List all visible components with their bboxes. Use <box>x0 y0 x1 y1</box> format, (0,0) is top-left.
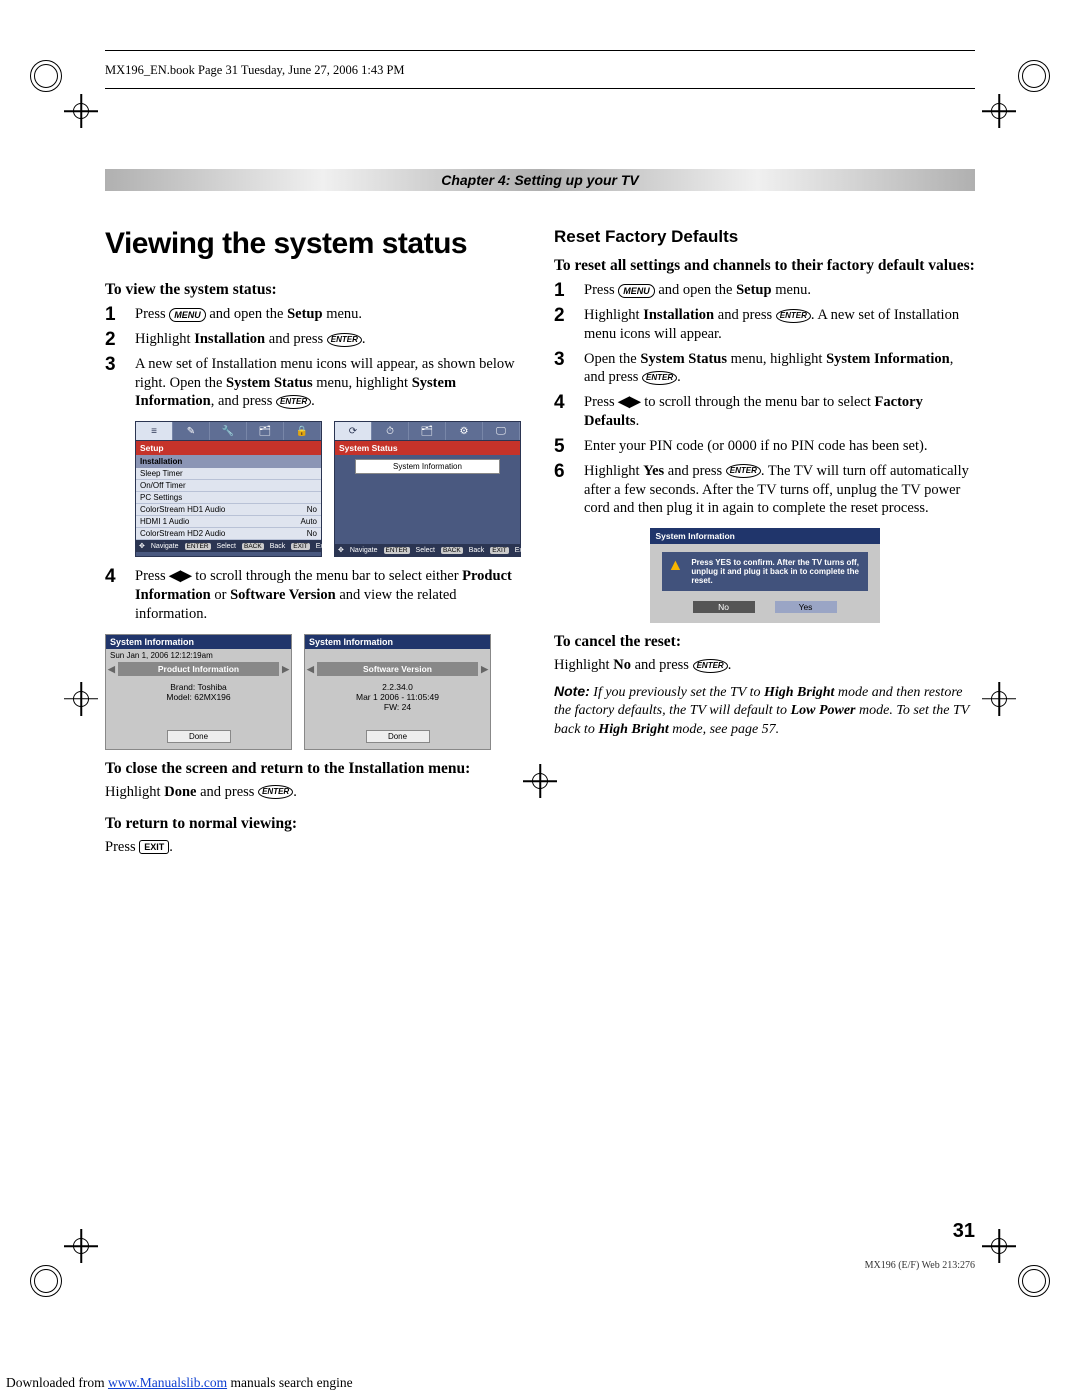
enter-key-icon: ENTER <box>776 309 811 323</box>
subhead-close: To close the screen and return to the In… <box>105 760 526 778</box>
page-number: 31 <box>953 1220 975 1243</box>
close-instruction: Highlight Done and press ENTER. <box>105 784 526 801</box>
steps-view-status: Press MENU and open the Setup menu. High… <box>105 305 526 411</box>
section-heading-reset: Reset Factory Defaults <box>554 227 975 247</box>
right-column: Reset Factory Defaults To reset all sett… <box>554 219 975 856</box>
manualslib-link[interactable]: www.Manualslib.com <box>108 1375 227 1390</box>
register-mark-icon <box>988 100 1010 122</box>
step-3: A new set of Installation menu icons wil… <box>105 355 526 412</box>
arrow-left-right-icon: ◀▶ <box>169 568 191 584</box>
step-1: Press MENU and open the Setup menu. <box>105 305 526 324</box>
crop-mark-icon <box>30 60 62 92</box>
footer-id: MX196 (E/F) Web 213:276 <box>865 1260 975 1271</box>
step-4: Press ◀▶ to scroll through the menu bar … <box>105 567 526 624</box>
step-r3: Open the System Status menu, highlight S… <box>554 350 975 388</box>
enter-key-icon: ENTER <box>327 333 362 347</box>
book-header: MX196_EN.book Page 31 Tuesday, June 27, … <box>105 50 975 89</box>
register-mark-icon <box>70 688 92 710</box>
register-mark-icon <box>988 1235 1010 1257</box>
step-2: Highlight Installation and press ENTER. <box>105 330 526 349</box>
arrow-left-right-icon: ◀▶ <box>618 394 640 410</box>
figure-setup-menus: ≡✎🔧🗂🔒 Setup Installation Sleep Timer On/… <box>135 421 526 557</box>
steps-reset: Press MENU and open the Setup menu. High… <box>554 281 975 518</box>
subhead-reset: To reset all settings and channels to th… <box>554 257 975 275</box>
figure-system-info: System Information Sun Jan 1, 2006 12:12… <box>105 634 526 750</box>
osd-software-version: System Information ◀Software Version▶ 2.… <box>304 634 491 750</box>
no-button: No <box>693 601 755 613</box>
menu-key-icon: MENU <box>618 284 655 298</box>
menu-key-icon: MENU <box>169 308 206 322</box>
yes-button: Yes <box>775 601 837 613</box>
register-mark-icon <box>70 100 92 122</box>
subhead-cancel: To cancel the reset: <box>554 633 975 651</box>
warning-icon: ▲ <box>668 558 684 585</box>
section-heading: Viewing the system status <box>105 227 526 261</box>
osd-setup: ≡✎🔧🗂🔒 Setup Installation Sleep Timer On/… <box>135 421 322 557</box>
enter-key-icon: ENTER <box>642 371 677 385</box>
osd-system-status: ⟳⏱🗂⚙🖵 System Status System Information ✥… <box>334 421 521 557</box>
crop-mark-icon <box>1018 60 1050 92</box>
enter-key-icon: ENTER <box>726 464 761 478</box>
steps-view-status-cont: Press ◀▶ to scroll through the menu bar … <box>105 567 526 624</box>
enter-key-icon: ENTER <box>276 395 311 409</box>
return-instruction: Press EXIT. <box>105 839 526 856</box>
enter-key-icon: ENTER <box>258 785 293 799</box>
step-r2: Highlight Installation and press ENTER. … <box>554 306 975 344</box>
register-mark-icon <box>70 1235 92 1257</box>
step-r6: Highlight Yes and press ENTER. The TV wi… <box>554 462 975 519</box>
step-r1: Press MENU and open the Setup menu. <box>554 281 975 300</box>
subhead-return: To return to normal viewing: <box>105 815 526 833</box>
enter-key-icon: ENTER <box>693 659 728 673</box>
step-r4: Press ◀▶ to scroll through the menu bar … <box>554 393 975 431</box>
crop-mark-icon <box>1018 1265 1050 1297</box>
step-r5: Enter your PIN code (or 0000 if no PIN c… <box>554 437 975 456</box>
osd-reset-confirm: System Information ▲ Press YES to confir… <box>650 528 880 623</box>
left-column: Viewing the system status To view the sy… <box>105 219 526 856</box>
exit-key-icon: EXIT <box>139 840 169 854</box>
crop-mark-icon <box>30 1265 62 1297</box>
download-footer: Downloaded from www.Manualslib.com manua… <box>6 1375 353 1391</box>
note-block: Note: If you previously set the TV to Hi… <box>554 682 975 739</box>
cancel-instruction: Highlight No and press ENTER. <box>554 657 975 674</box>
register-mark-icon <box>988 688 1010 710</box>
chapter-bar: Chapter 4: Setting up your TV <box>105 169 975 191</box>
subhead-view-status: To view the system status: <box>105 281 526 299</box>
osd-product-info: System Information Sun Jan 1, 2006 12:12… <box>105 634 292 750</box>
